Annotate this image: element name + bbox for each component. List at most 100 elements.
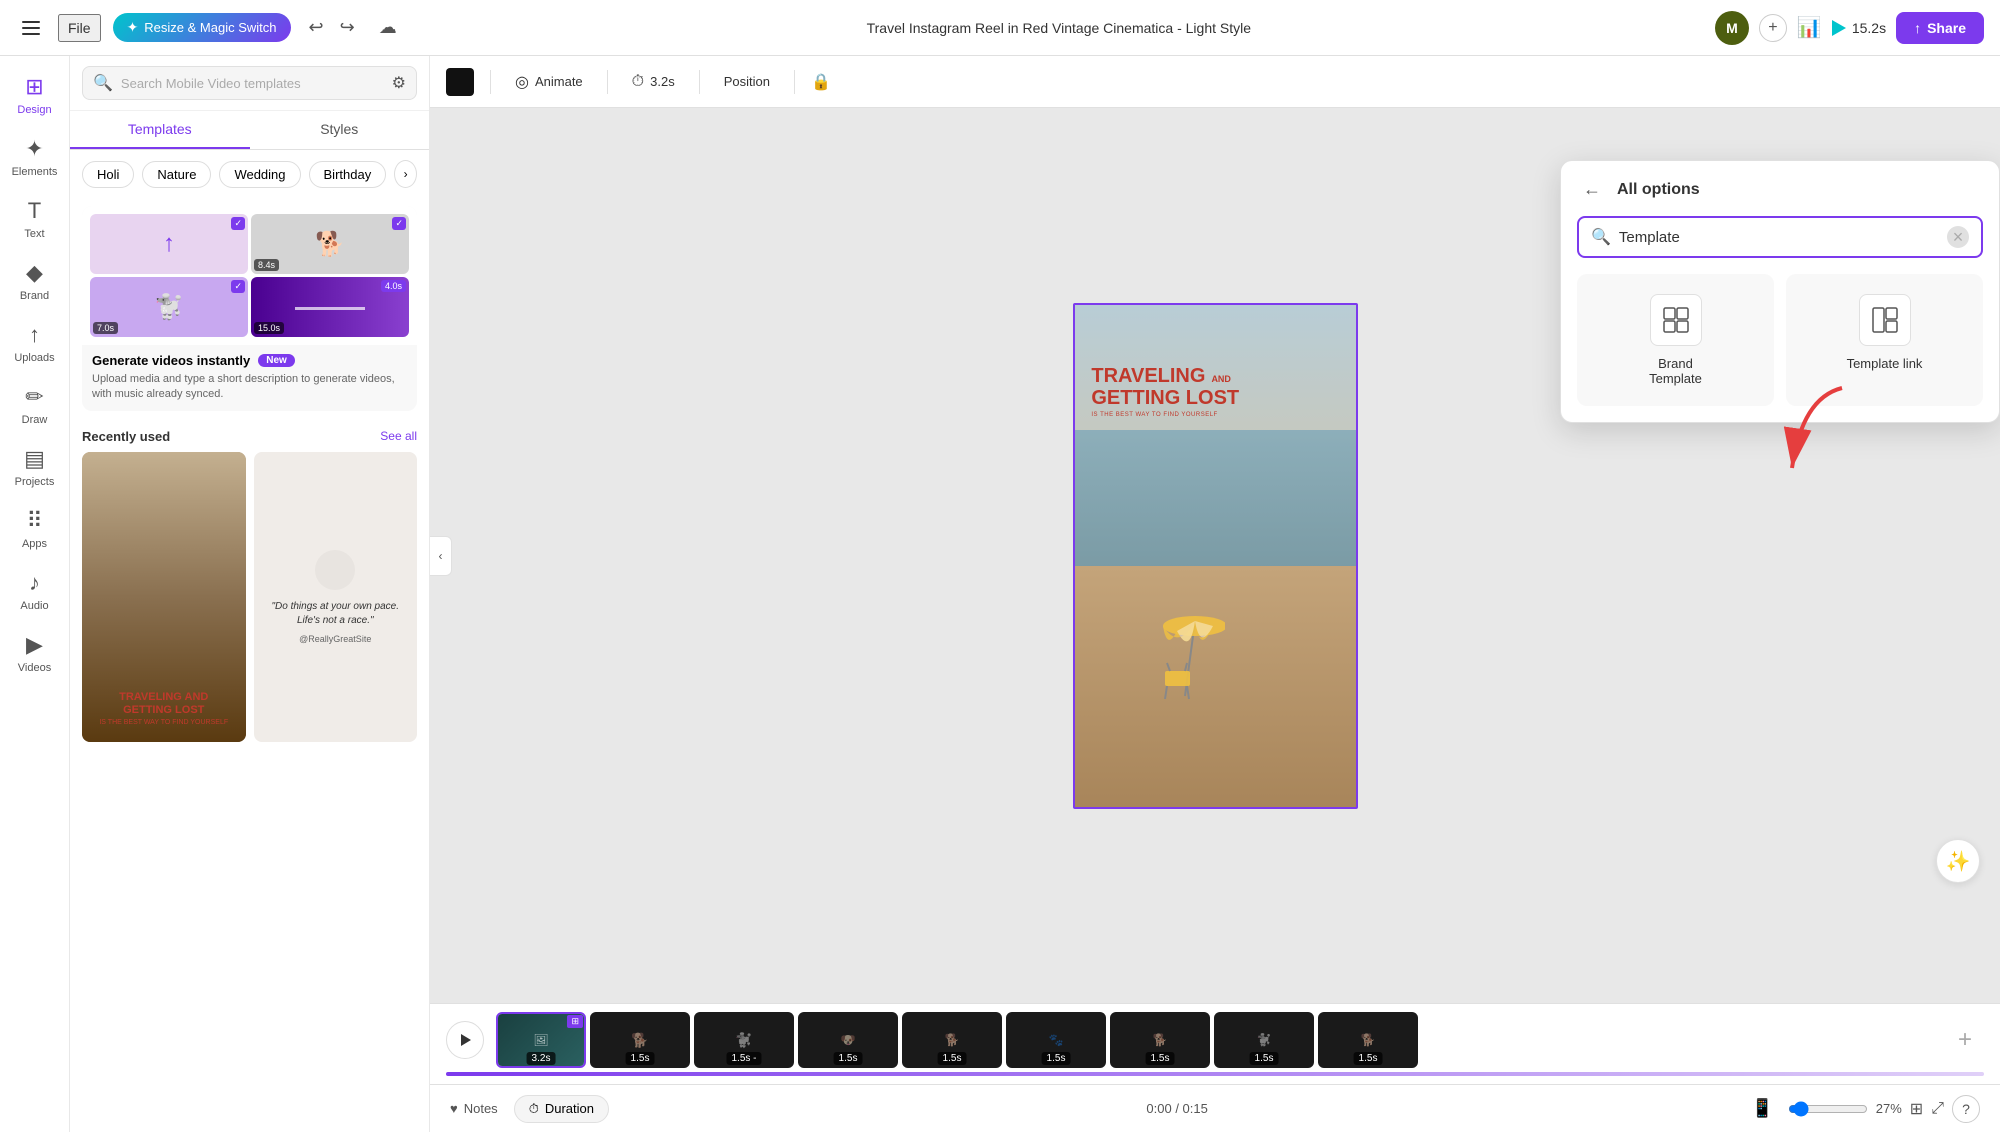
play-icon: [1832, 20, 1846, 36]
expand-button[interactable]: ⤢: [1931, 1100, 1944, 1118]
tag-wedding[interactable]: Wedding: [219, 161, 300, 188]
template-card-1[interactable]: TRAVELING AND GETTING LOST IS THE BEST W…: [82, 452, 246, 743]
brand-template-icon: [1650, 294, 1702, 346]
options-grid: BrandTemplate Template link: [1577, 274, 1983, 406]
magic-switch-button[interactable]: ✦ Resize & Magic Switch: [113, 13, 291, 42]
sidebar-item-videos[interactable]: ▶ Videos: [3, 622, 67, 684]
clip1-label: 3.2s: [527, 1052, 556, 1065]
timeline-clip-6[interactable]: 🐾 1.5s: [1006, 1012, 1106, 1068]
duration-badge-2: 7.0s: [93, 322, 118, 334]
option-brand-template[interactable]: BrandTemplate: [1577, 274, 1774, 406]
timeline-clip-8[interactable]: 🐩 1.5s: [1214, 1012, 1314, 1068]
sidebar-item-text[interactable]: T Text: [3, 188, 67, 250]
time-counter: 0:00 / 0:15: [1146, 1101, 1207, 1116]
filter-icon[interactable]: ⚙: [392, 73, 406, 93]
timeline-area: 🖼 3.2s ⊞ 🐕 1.5s: [430, 1003, 2000, 1084]
template-card-2[interactable]: "Do things at your own pace. Life's not …: [254, 452, 418, 743]
sidebar-item-design[interactable]: ⊞ Design: [3, 64, 67, 126]
tag-row: Holi Nature Wedding Birthday ›: [70, 150, 429, 198]
text-icon: T: [28, 198, 41, 224]
template-link-label: Template link: [1847, 356, 1923, 371]
add-collaborator-button[interactable]: +: [1759, 14, 1787, 42]
canvas-frame[interactable]: TRAVELING AND GETTING LOST IS THE BEST W…: [1073, 303, 1358, 809]
zoom-control: 27%: [1788, 1101, 1902, 1117]
card2-quote: "Do things at your own pace. Life's not …: [268, 600, 404, 628]
timeline-clip-9[interactable]: 🐕 1.5s: [1318, 1012, 1418, 1068]
timeline-clip-7[interactable]: 🐕 1.5s: [1110, 1012, 1210, 1068]
zoom-slider[interactable]: [1788, 1101, 1868, 1117]
help-button[interactable]: ?: [1952, 1095, 1980, 1123]
beach-scene: TRAVELING AND GETTING LOST IS THE BEST W…: [1075, 305, 1356, 807]
clock-icon: ⏱: [632, 73, 644, 91]
tags-scroll-right[interactable]: ›: [394, 160, 417, 188]
banner-text: Generate videos instantly New Upload med…: [82, 345, 417, 411]
sidebar-item-elements[interactable]: ✦ Elements: [3, 126, 67, 188]
tab-templates[interactable]: Templates: [70, 111, 250, 149]
chevron-left-icon: ‹: [439, 549, 443, 563]
generate-videos-banner[interactable]: ↑ ✓ 🐕 ✓ 8.4s 🐩 ✓ 7.0s ▬▬▬▬▬▬▬ 15.0s 4.0s: [82, 206, 417, 411]
clip3-label: 1.5s -: [726, 1052, 761, 1065]
redo-button[interactable]: ↪: [334, 11, 361, 44]
timeline-progress-bar: [446, 1072, 1984, 1076]
timeline-clip-2[interactable]: 🐕 1.5s: [590, 1012, 690, 1068]
lock-button[interactable]: 🔒: [811, 72, 831, 92]
hide-panel-button[interactable]: ‹: [430, 536, 452, 576]
timeline-clip-1[interactable]: 🖼 3.2s ⊞: [496, 1012, 586, 1068]
tag-nature[interactable]: Nature: [142, 161, 211, 188]
sidebar-item-apps[interactable]: ⠿ Apps: [3, 498, 67, 560]
tag-birthday[interactable]: Birthday: [309, 161, 387, 188]
templates-panel: 🔍 ⚙ Templates Styles Holi Nature Wedding…: [70, 56, 430, 1132]
color-swatch[interactable]: [446, 68, 474, 96]
floating-magic-button[interactable]: ✨: [1936, 839, 1980, 883]
avatar[interactable]: M: [1715, 11, 1749, 45]
position-button[interactable]: Position: [716, 70, 778, 93]
dropdown-search-icon: 🔍: [1591, 227, 1611, 247]
sidebar-item-audio[interactable]: ♪ Audio: [3, 560, 67, 622]
dropdown-search-input[interactable]: [1619, 229, 1939, 246]
check-badge: ✓: [231, 217, 245, 230]
time-button[interactable]: ⏱ 3.2s: [624, 69, 683, 95]
sidebar-item-brand[interactable]: ◆ Brand: [3, 250, 67, 312]
card1-subtitle: GETTING LOST: [99, 704, 228, 717]
duration-button[interactable]: ⏱ Duration: [514, 1095, 609, 1123]
new-badge: New: [258, 354, 295, 367]
topbar-right: M + 📊 15.2s ↑ Share: [1715, 11, 1984, 45]
toolbar-separator-2: [607, 70, 608, 94]
timeline-clip-4[interactable]: 🐶 1.5s: [798, 1012, 898, 1068]
back-button[interactable]: ←: [1577, 177, 1607, 202]
banner-cell-upload: ↑ ✓: [90, 214, 248, 274]
search-input[interactable]: [121, 76, 384, 91]
share-button[interactable]: ↑ Share: [1896, 12, 1984, 44]
undo-redo-group: ↩ ↪: [303, 11, 361, 44]
timeline-clip-3[interactable]: 🐩 1.5s -: [694, 1012, 794, 1068]
notes-icon: ♥: [450, 1101, 458, 1116]
tag-holi[interactable]: Holi: [82, 161, 134, 188]
dropdown-title: All options: [1617, 181, 1700, 199]
undo-button[interactable]: ↩: [303, 11, 330, 44]
animate-button[interactable]: ◎ Animate: [507, 68, 591, 96]
dropdown-header: ← All options: [1577, 177, 1983, 202]
hamburger-button[interactable]: [16, 15, 46, 41]
brand-template-label: BrandTemplate: [1649, 356, 1702, 386]
tab-styles[interactable]: Styles: [250, 111, 430, 149]
device-view-button[interactable]: 📱: [1745, 1092, 1779, 1125]
travel-text-overlay: TRAVELING AND GETTING LOST IS THE BEST W…: [1091, 365, 1338, 418]
sidebar-item-uploads[interactable]: ↑ Uploads: [3, 312, 67, 374]
save-cloud-button[interactable]: ☁: [373, 11, 403, 44]
add-clip-button[interactable]: +: [1946, 1012, 1984, 1068]
sidebar-item-projects[interactable]: ▤ Projects: [3, 436, 67, 498]
duration-badge-1: 8.4s: [254, 259, 279, 271]
sidebar-item-draw[interactable]: ✏ Draw: [3, 374, 67, 436]
see-all-button[interactable]: See all: [380, 429, 417, 443]
grid-view-button[interactable]: ⊞: [1910, 1099, 1923, 1119]
timeline-clip-5[interactable]: 🐕 1.5s: [902, 1012, 1002, 1068]
clear-search-button[interactable]: ×: [1947, 226, 1969, 248]
icon-sidebar: ⊞ Design ✦ Elements T Text ◆ Brand ↑ Upl…: [0, 56, 70, 1132]
notes-button[interactable]: ♥ Notes: [450, 1101, 498, 1116]
recently-used-section: Recently used See all TRAVELING AND GETT…: [70, 419, 429, 753]
analytics-icon[interactable]: 📊: [1797, 15, 1822, 40]
preview-button[interactable]: 15.2s: [1832, 20, 1886, 36]
play-button[interactable]: [446, 1021, 484, 1059]
option-template-link[interactable]: Template link: [1786, 274, 1983, 406]
file-button[interactable]: File: [58, 14, 101, 42]
